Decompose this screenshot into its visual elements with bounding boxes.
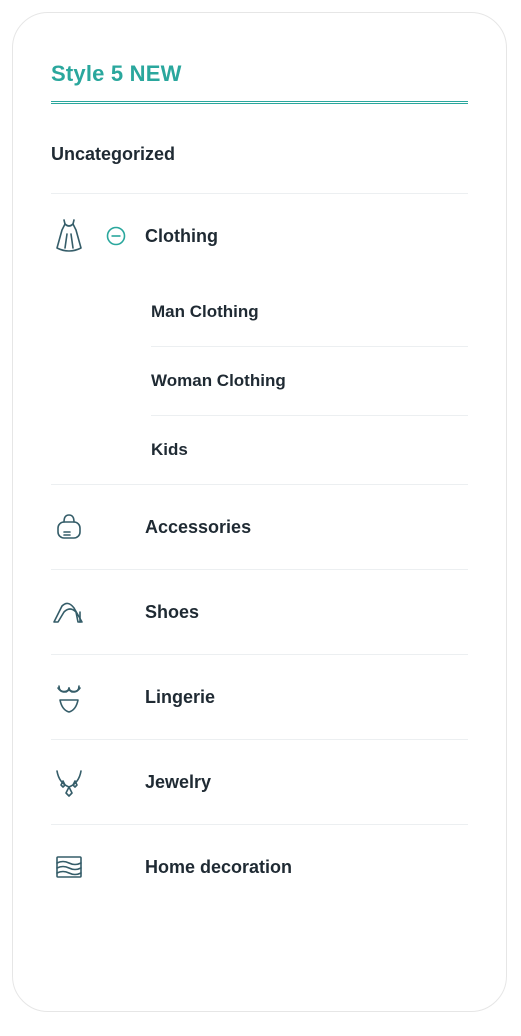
- toggle-spacer: [105, 601, 127, 623]
- subcategory-kids[interactable]: Kids: [151, 416, 468, 484]
- toggle-spacer: [105, 856, 127, 878]
- necklace-icon: [51, 764, 87, 800]
- category-list: Clothing Man Clothing Woman Clothing Kid…: [51, 193, 468, 909]
- lingerie-icon: [51, 679, 87, 715]
- card-title: Style 5 NEW: [51, 61, 468, 87]
- category-row-home-decoration[interactable]: Home decoration: [51, 825, 468, 909]
- collapse-toggle[interactable]: [105, 225, 127, 247]
- toggle-spacer: [105, 686, 127, 708]
- bag-icon: [51, 509, 87, 545]
- subcategory-label: Man Clothing: [151, 302, 259, 321]
- category-label: Shoes: [145, 602, 199, 623]
- subcategory-label: Kids: [151, 440, 188, 459]
- dress-icon: [51, 218, 87, 254]
- toggle-spacer: [105, 771, 127, 793]
- title-double-rule: [51, 101, 468, 104]
- category-row-accessories[interactable]: Accessories: [51, 485, 468, 569]
- category-label: Accessories: [145, 517, 251, 538]
- uncategorized-label[interactable]: Uncategorized: [51, 144, 468, 165]
- style-card: Style 5 NEW Uncategorized Clothing: [12, 12, 507, 1012]
- subcategory-label: Woman Clothing: [151, 371, 286, 390]
- high-heel-icon: [51, 594, 87, 630]
- clothing-sublist: Man Clothing Woman Clothing Kids: [51, 278, 468, 484]
- category-row-jewelry[interactable]: Jewelry: [51, 740, 468, 824]
- category-label: Clothing: [145, 226, 218, 247]
- fabric-icon: [51, 849, 87, 885]
- category-label: Jewelry: [145, 772, 211, 793]
- subcategory-woman-clothing[interactable]: Woman Clothing: [151, 347, 468, 415]
- category-label: Home decoration: [145, 857, 292, 878]
- category-row-shoes[interactable]: Shoes: [51, 570, 468, 654]
- category-row-clothing[interactable]: Clothing: [51, 194, 468, 278]
- subcategory-man-clothing[interactable]: Man Clothing: [151, 278, 468, 346]
- category-row-lingerie[interactable]: Lingerie: [51, 655, 468, 739]
- category-label: Lingerie: [145, 687, 215, 708]
- toggle-spacer: [105, 516, 127, 538]
